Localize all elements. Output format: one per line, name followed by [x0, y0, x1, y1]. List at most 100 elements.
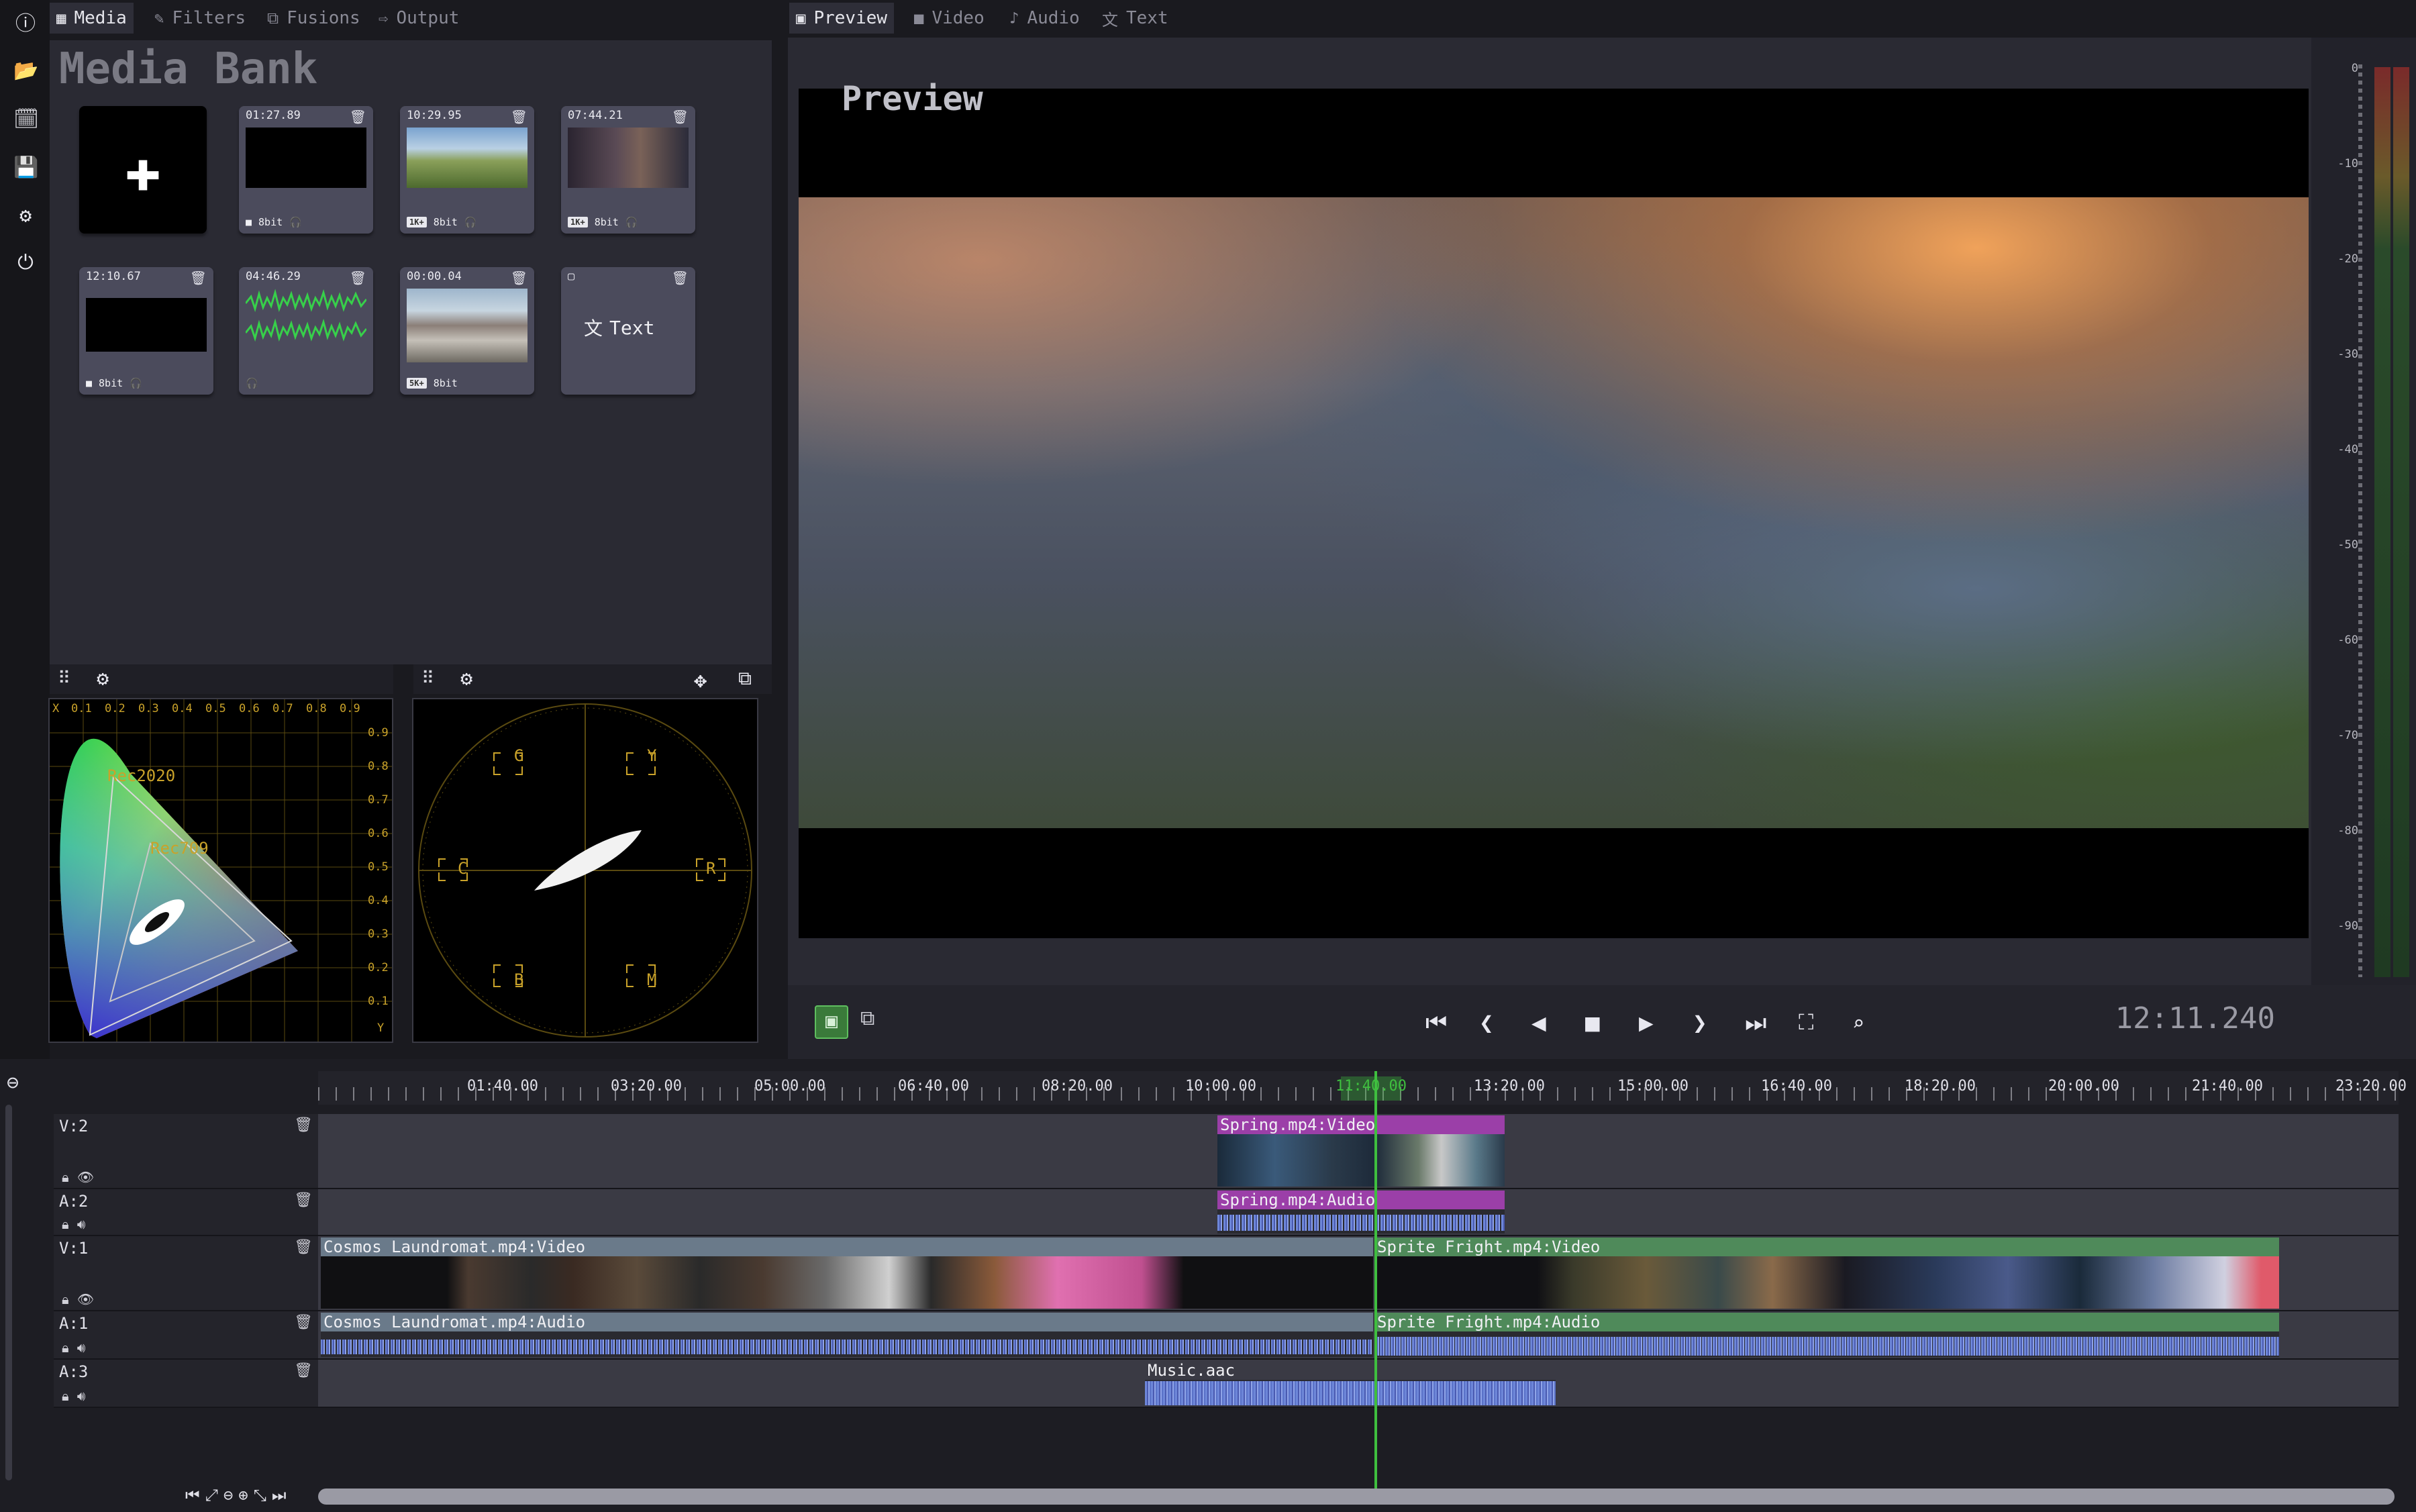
trash-icon[interactable]: 🗑: [511, 270, 527, 286]
trash-icon[interactable]: 🗑: [294, 1239, 313, 1256]
clip-spring-video[interactable]: Spring.mp4:Video: [1217, 1115, 1505, 1187]
media-tile[interactable]: 04:46.29 🗑 🎧: [239, 267, 373, 395]
previous-frame-button[interactable]: ❮: [1479, 1009, 1494, 1037]
lock-icon[interactable]: 🔒︎ 🔊︎: [62, 1216, 85, 1232]
play-button[interactable]: ▶: [1639, 1009, 1654, 1037]
timeline-panel: ⊖ 01:40.00 03:20.00 05:00.00 06:40.00 08…: [0, 1059, 2416, 1512]
vectorscope: G Y C R B M: [412, 698, 758, 1043]
drag-handle-icon[interactable]: ⠿: [421, 668, 434, 689]
play-backward-button[interactable]: ◀: [1531, 1009, 1546, 1037]
gamut-scope: X 0.1 0.2 0.3 0.4 0.5 0.6 0.7 0.8 0.9 0.…: [48, 698, 393, 1043]
clip-sprite-audio[interactable]: Sprite Fright.mp4:Audio: [1374, 1313, 2279, 1357]
zoom-icon[interactable]: ⌕: [1852, 1012, 1864, 1036]
tab-filters[interactable]: ✎ Filters: [148, 3, 252, 34]
rec709-label: Rec709: [150, 839, 209, 858]
zoom-controls: ⏮ ⤢ ⊖ ⊕ ⤡ ⏭: [185, 1486, 287, 1505]
music-icon: ♪: [1009, 9, 1019, 28]
drag-handle-icon[interactable]: ⠿: [58, 668, 70, 689]
thumbnail: [407, 128, 527, 188]
tab-media[interactable]: ▦ Media: [50, 3, 134, 34]
skip-to-end-button[interactable]: ⏭: [1745, 1009, 1766, 1038]
time-ruler[interactable]: 01:40.00 03:20.00 05:00.00 06:40.00 08:2…: [318, 1071, 2407, 1105]
tab-fusions[interactable]: ⧉ Fusions: [260, 3, 367, 34]
eye-icon[interactable]: 👁︎: [77, 1291, 94, 1307]
rec2020-label: Rec2020: [107, 766, 176, 785]
media-bank-panel: Media Bank ✚ 01:27.89 🗑 ■ 8bit 🎧 10:29.95 …: [50, 40, 772, 664]
add-media-button[interactable]: ✚: [79, 106, 207, 234]
thumbnail: [407, 289, 527, 362]
waveform: [321, 1340, 1373, 1354]
move-icon[interactable]: ✥: [694, 667, 707, 693]
speaker-icon[interactable]: 🔊︎: [77, 1216, 86, 1232]
go-to-end-icon[interactable]: ⏭: [272, 1486, 287, 1505]
lock-icon[interactable]: 🔒︎ 👁︎: [62, 1291, 94, 1307]
clip-cosmos-video[interactable]: Cosmos Laundromat.mp4:Video: [321, 1238, 1373, 1309]
media-tile[interactable]: 01:27.89 🗑 ■ 8bit 🎧: [239, 106, 373, 234]
lock-icon[interactable]: 🔒︎ 🔊︎: [62, 1388, 85, 1404]
skip-to-start-button[interactable]: ⏮: [1425, 1009, 1447, 1038]
tab-preview[interactable]: ▣ Preview: [789, 3, 895, 34]
lock-icon[interactable]: 🔒︎ 🔊︎: [62, 1340, 85, 1356]
tab-output[interactable]: ⇨ Output: [372, 3, 466, 34]
playhead-marker[interactable]: [1341, 1076, 1401, 1101]
trash-icon[interactable]: 🗑: [672, 270, 689, 286]
go-to-start-icon[interactable]: ⏮: [185, 1486, 200, 1505]
info-icon[interactable]: ⓘ: [13, 12, 38, 36]
headphones-icon: 🎧: [246, 377, 258, 389]
tab-audio[interactable]: ♪ Audio: [1003, 3, 1087, 34]
speaker-icon[interactable]: 🔊︎: [77, 1340, 86, 1356]
media-tile[interactable]: 07:44.21 🗑 1K+ 8bit 🎧: [561, 106, 695, 234]
gear-icon[interactable]: ⚙: [97, 667, 109, 691]
lock-icon[interactable]: 🔒︎ 👁︎: [62, 1169, 94, 1185]
view-mode-2-button[interactable]: ⧉: [860, 1007, 874, 1030]
power-icon[interactable]: ⏻: [13, 251, 38, 275]
expand-icon[interactable]: ⤡: [254, 1486, 266, 1505]
save-icon[interactable]: 💾: [13, 156, 38, 180]
track-header-a3: A:3 🗑 🔒︎ 🔊︎: [54, 1360, 318, 1408]
gamut-x-axis: X 0.1 0.2 0.3 0.4 0.5 0.6 0.7 0.8 0.9: [52, 702, 360, 715]
zoom-out-icon[interactable]: ⊖: [223, 1486, 233, 1505]
tab-video[interactable]: ■ Video: [907, 3, 991, 34]
new-project-icon[interactable]: 🗓: [13, 107, 39, 132]
horizontal-scrollbar[interactable]: [318, 1489, 2395, 1505]
trash-icon[interactable]: 🗑: [190, 270, 207, 286]
tab-text[interactable]: 文 Text: [1095, 3, 1175, 34]
translate-icon: 文: [1102, 10, 1118, 30]
wand-icon: ✎: [154, 9, 164, 28]
gear-icon[interactable]: ⚙: [460, 667, 472, 691]
vertical-scrollbar[interactable]: [5, 1105, 12, 1480]
track-header-v1: V:1 🗑 🔒︎ 👁︎: [54, 1236, 318, 1311]
media-tile[interactable]: 00:00.04 🗑 5K+ 8bit: [400, 267, 534, 395]
clip-music-audio[interactable]: Music.aac: [1145, 1361, 1556, 1405]
clip-spring-audio[interactable]: Spring.mp4:Audio: [1217, 1191, 1505, 1233]
media-tile[interactable]: 10:29.95 🗑 1K+ 8bit 🎧: [400, 106, 534, 234]
media-tile[interactable]: 12:10.67 🗑 ■ 8bit 🎧: [79, 267, 213, 395]
trash-icon[interactable]: 🗑: [350, 109, 366, 125]
speaker-icon[interactable]: 🔊︎: [77, 1388, 86, 1404]
trash-icon[interactable]: 🗑: [350, 270, 366, 286]
trash-icon[interactable]: 🗑: [294, 1192, 313, 1209]
playhead[interactable]: [1374, 1071, 1377, 1494]
trash-icon[interactable]: 🗑: [511, 109, 527, 125]
text-media-tile[interactable]: ▢ 🗑 文 Text: [561, 267, 695, 395]
trash-icon[interactable]: 🗑: [294, 1117, 313, 1133]
popout-icon[interactable]: ⧉: [738, 667, 752, 690]
vectorscope-trace: [534, 830, 642, 891]
fit-icon[interactable]: ⤢: [205, 1486, 218, 1505]
clip-sprite-video[interactable]: Sprite Fright.mp4:Video: [1374, 1238, 2279, 1309]
trash-icon[interactable]: 🗑: [294, 1362, 313, 1379]
clip-cosmos-audio[interactable]: Cosmos Laundromat.mp4:Audio: [321, 1313, 1373, 1357]
snapshot-icon[interactable]: ⛶: [1799, 1009, 1813, 1036]
file-icon: ▢: [568, 270, 575, 283]
video-viewer[interactable]: [799, 89, 2309, 938]
trash-icon[interactable]: 🗑: [294, 1314, 313, 1331]
zoom-in-icon[interactable]: ⊕: [238, 1486, 248, 1505]
open-folder-icon[interactable]: 📂: [13, 59, 38, 83]
trash-icon[interactable]: 🗑: [672, 109, 689, 125]
eye-icon[interactable]: 👁︎: [77, 1169, 94, 1185]
gear-icon[interactable]: ⚙: [13, 204, 38, 228]
next-frame-button[interactable]: ❯: [1693, 1009, 1707, 1037]
stop-button[interactable]: ■: [1585, 1009, 1600, 1037]
view-mode-1-button[interactable]: ▣: [815, 1005, 848, 1039]
collapse-icon[interactable]: ⊖: [7, 1071, 19, 1095]
